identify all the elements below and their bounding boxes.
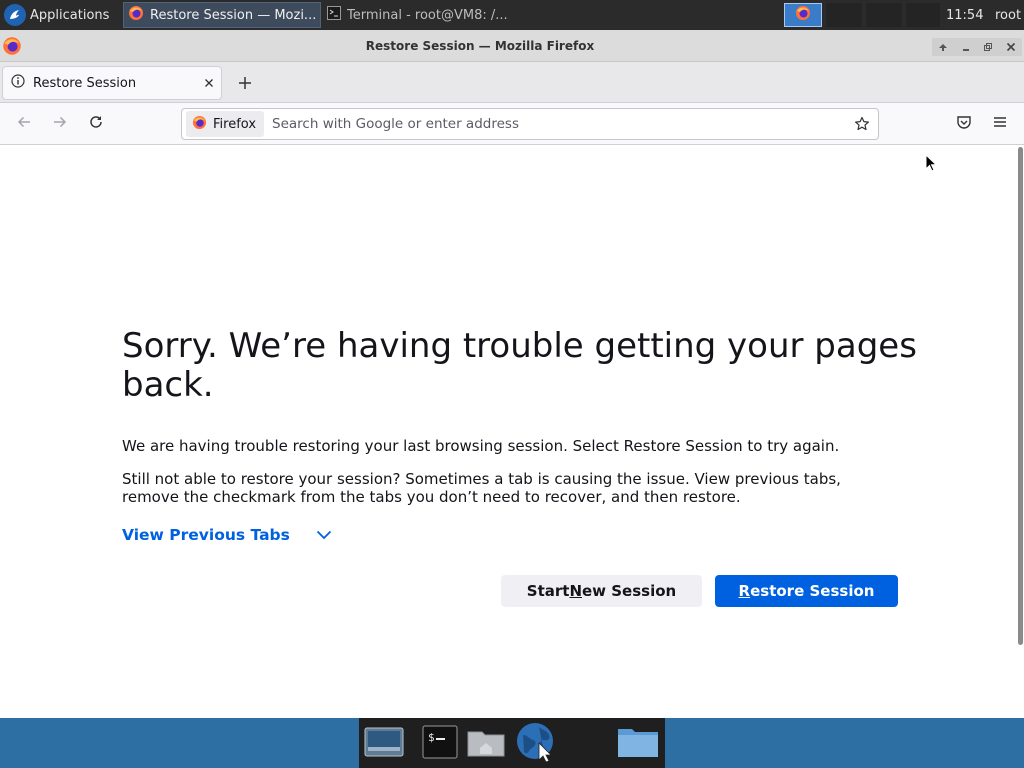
clock[interactable]: 11:54: [946, 0, 983, 30]
mouse-pointer-icon: [925, 153, 938, 176]
firefox-icon: [128, 5, 144, 25]
maximize-icon[interactable]: [980, 39, 996, 55]
applications-label: Applications: [30, 7, 110, 23]
view-previous-tabs-toggle[interactable]: View Previous Tabs: [122, 526, 332, 544]
reload-icon: [88, 114, 104, 134]
taskbar-item-firefox[interactable]: Restore Session — Mozi...: [123, 2, 321, 28]
globe-icon: [515, 721, 557, 767]
applications-menu[interactable]: Applications: [0, 0, 118, 30]
pocket-icon: [956, 114, 972, 134]
info-icon: [11, 74, 25, 92]
minimize-icon[interactable]: [958, 39, 974, 55]
dock-panel: $: [359, 718, 665, 768]
window-titlebar[interactable]: Restore Session — Mozilla Firefox: [0, 30, 1024, 62]
workspace-2[interactable]: [826, 3, 862, 27]
reload-button[interactable]: [82, 110, 110, 138]
window-title: Restore Session — Mozilla Firefox: [365, 39, 595, 53]
taskbar-item-label: Restore Session — Mozi...: [150, 7, 317, 23]
terminal-icon: $: [422, 724, 458, 764]
hamburger-menu-icon: [992, 114, 1008, 134]
start-new-session-button[interactable]: Start New Session: [501, 575, 702, 607]
terminal-icon: [327, 6, 341, 24]
taskbar-item-label: Terminal - root@VM8: /...: [347, 7, 508, 23]
close-window-icon[interactable]: [1003, 39, 1019, 55]
shade-icon[interactable]: [935, 39, 951, 55]
workspace-1[interactable]: [784, 3, 822, 27]
taskbar-item-terminal[interactable]: Terminal - root@VM8: /...: [323, 2, 519, 28]
back-button[interactable]: [10, 110, 38, 138]
navigation-toolbar: Firefox: [0, 103, 1024, 145]
home-folder-launcher[interactable]: [465, 724, 507, 764]
workspace-4[interactable]: [906, 3, 940, 27]
accesskey-letter: N: [569, 582, 582, 600]
identity-label: Firefox: [213, 116, 257, 132]
forward-button[interactable]: [46, 110, 74, 138]
scrollbar[interactable]: [1018, 147, 1023, 645]
url-bar[interactable]: Firefox: [181, 108, 879, 140]
star-icon[interactable]: [848, 110, 876, 138]
description-text: We are having trouble restoring your las…: [122, 437, 840, 455]
workspace-3[interactable]: [866, 3, 902, 27]
button-label-part: ew Session: [582, 582, 677, 600]
home-icon: [466, 726, 506, 762]
svg-text:$: $: [428, 731, 435, 744]
show-desktop-icon: [363, 724, 405, 764]
accesskey-letter: R: [738, 582, 751, 600]
button-label-part: estore Session: [750, 582, 875, 600]
button-label-part: Start: [526, 582, 570, 600]
tab-label: Restore Session: [33, 75, 137, 91]
user-menu[interactable]: root: [995, 0, 1021, 30]
back-arrow-icon: [16, 114, 32, 134]
identity-box[interactable]: Firefox: [186, 111, 265, 137]
view-previous-tabs-label: View Previous Tabs: [122, 526, 290, 544]
new-tab-button[interactable]: [232, 70, 258, 96]
file-manager-launcher[interactable]: [617, 724, 659, 764]
close-icon[interactable]: [197, 71, 221, 95]
restore-session-button[interactable]: Restore Session: [715, 575, 898, 607]
page-title: Sorry. We’re having trouble getting your…: [122, 326, 917, 405]
terminal-launcher[interactable]: $: [419, 724, 461, 764]
plus-icon: [238, 71, 252, 95]
web-browser-launcher[interactable]: [515, 721, 557, 767]
app-menu-button[interactable]: [986, 110, 1014, 138]
window-controls: [932, 38, 1022, 56]
folder-icon: [617, 725, 659, 763]
firefox-icon: [795, 5, 811, 25]
firefox-icon: [192, 115, 207, 134]
forward-arrow-icon: [52, 114, 68, 134]
tab-restore-session[interactable]: Restore Session: [2, 66, 222, 100]
chevron-down-icon: [316, 530, 332, 540]
top-panel: Applications Restore Session — Mozi... T…: [0, 0, 1024, 30]
tab-strip: Restore Session: [0, 62, 1024, 103]
url-input[interactable]: [272, 116, 848, 132]
pocket-button[interactable]: [950, 110, 978, 138]
applications-icon: [4, 4, 26, 26]
description-text: Still not able to restore your session? …: [122, 470, 841, 506]
page-content: Sorry. We’re having trouble getting your…: [0, 145, 1024, 718]
show-desktop-launcher[interactable]: [363, 724, 405, 764]
